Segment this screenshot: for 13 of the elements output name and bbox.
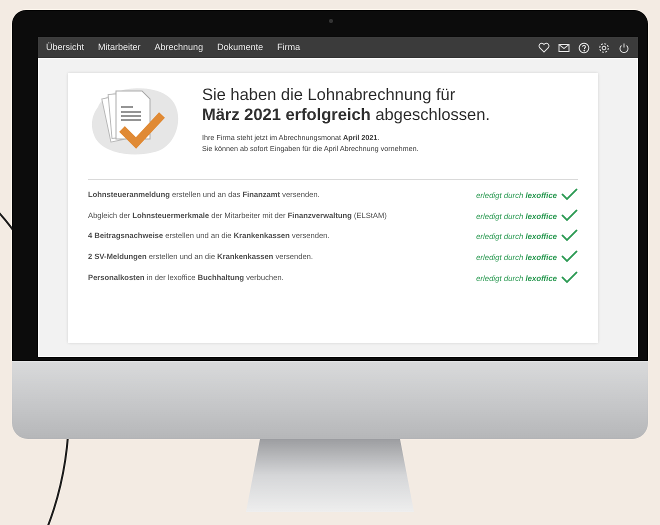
headline: März 2021 erfolgreich abgeschlossen. (202, 106, 490, 126)
help-icon[interactable] (578, 42, 590, 54)
settings-icon[interactable] (598, 42, 610, 54)
nav-link[interactable]: Mitarbeiter (98, 40, 141, 54)
heart-icon[interactable] (538, 42, 550, 54)
headline: Sie haben die Lohnabrechnung für (202, 86, 456, 106)
mail-icon[interactable] (558, 42, 570, 54)
power-icon[interactable] (618, 42, 630, 54)
camera-dot (329, 19, 333, 23)
nav-link[interactable]: Abrechnung (154, 40, 204, 54)
nav-link[interactable]: Übersicht (46, 40, 84, 54)
nav-link[interactable]: Firma (277, 40, 300, 54)
nav-link[interactable]: Dokumente (217, 40, 264, 54)
